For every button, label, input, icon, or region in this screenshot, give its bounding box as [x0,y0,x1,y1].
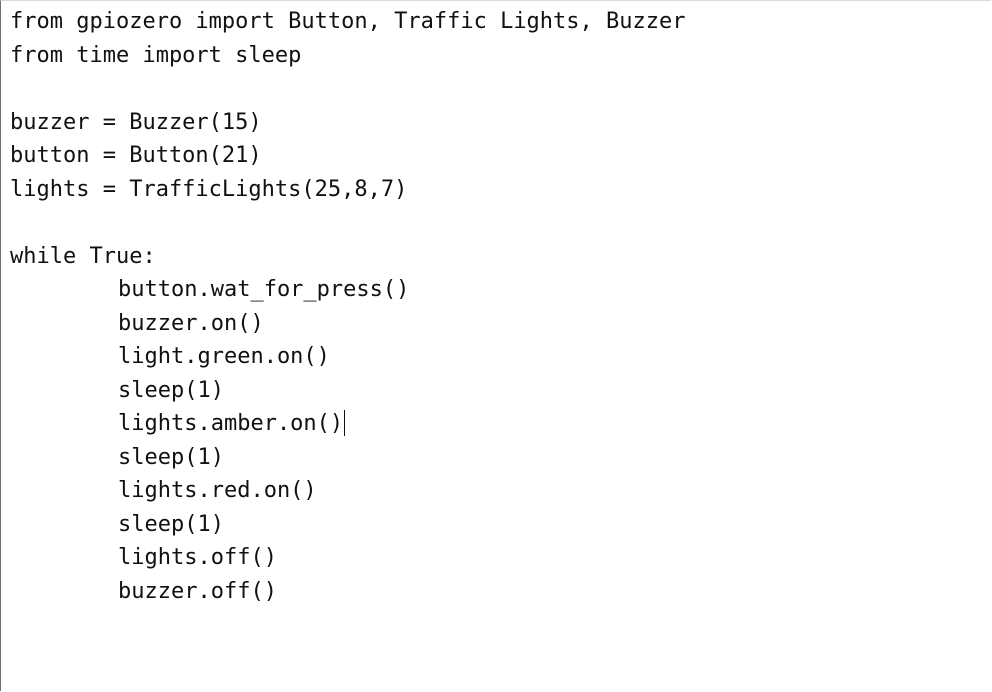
code-line-text: sleep(1) [118,444,224,470]
code-lines: from gpiozero import Button, Traffic Lig… [10,5,686,608]
code-line-text: buzzer = Buzzer(15) [10,109,262,135]
code-line-text: lights.red.on() [118,478,317,503]
code-line-text: lights.off() [118,545,277,570]
code-line-text: from time import sleep [10,42,302,68]
code-line-text: lights.amber.on() [118,411,344,436]
code-line[interactable]: light.green.on() [10,340,686,374]
code-line[interactable]: sleep(1) [10,508,686,542]
code-line-text: button.wat_for_press() [118,277,410,302]
code-line[interactable]: button.wat_for_press() [10,273,686,307]
code-line[interactable]: from gpiozero import Button, Traffic Lig… [10,5,686,39]
code-line[interactable]: buzzer.off() [10,575,686,609]
code-line-text: buzzer.off() [118,578,277,604]
code-line[interactable]: sleep(1) [10,374,686,408]
code-line[interactable]: sleep(1) [10,441,686,475]
code-line-text: sleep(1) [118,511,224,537]
code-line-text: lights = TrafficLights(25,8,7) [10,176,408,202]
code-line[interactable] [10,206,686,240]
code-line-text: from gpiozero import Button, Traffic Lig… [10,9,686,34]
code-line-text: buzzer.on() [118,310,264,336]
code-line[interactable]: lights.red.on() [10,474,686,508]
code-line-text: button = Button(21) [10,143,262,168]
code-line[interactable]: while True: [10,240,686,274]
code-line[interactable]: lights = TrafficLights(25,8,7) [10,173,686,207]
code-line[interactable] [10,72,686,106]
code-line[interactable]: buzzer.on() [10,307,686,341]
code-line-text: while True: [10,243,156,269]
code-editor[interactable]: from gpiozero import Button, Traffic Lig… [0,0,991,691]
code-line[interactable]: button = Button(21) [10,139,686,173]
code-line[interactable]: buzzer = Buzzer(15) [10,106,686,140]
code-line[interactable]: lights.off() [10,541,686,575]
code-line[interactable]: from time import sleep [10,39,686,73]
text-cursor [344,410,346,436]
code-line-text: light.green.on() [118,344,330,369]
code-line[interactable]: lights.amber.on() [10,407,686,441]
code-line-text: sleep(1) [118,377,224,403]
